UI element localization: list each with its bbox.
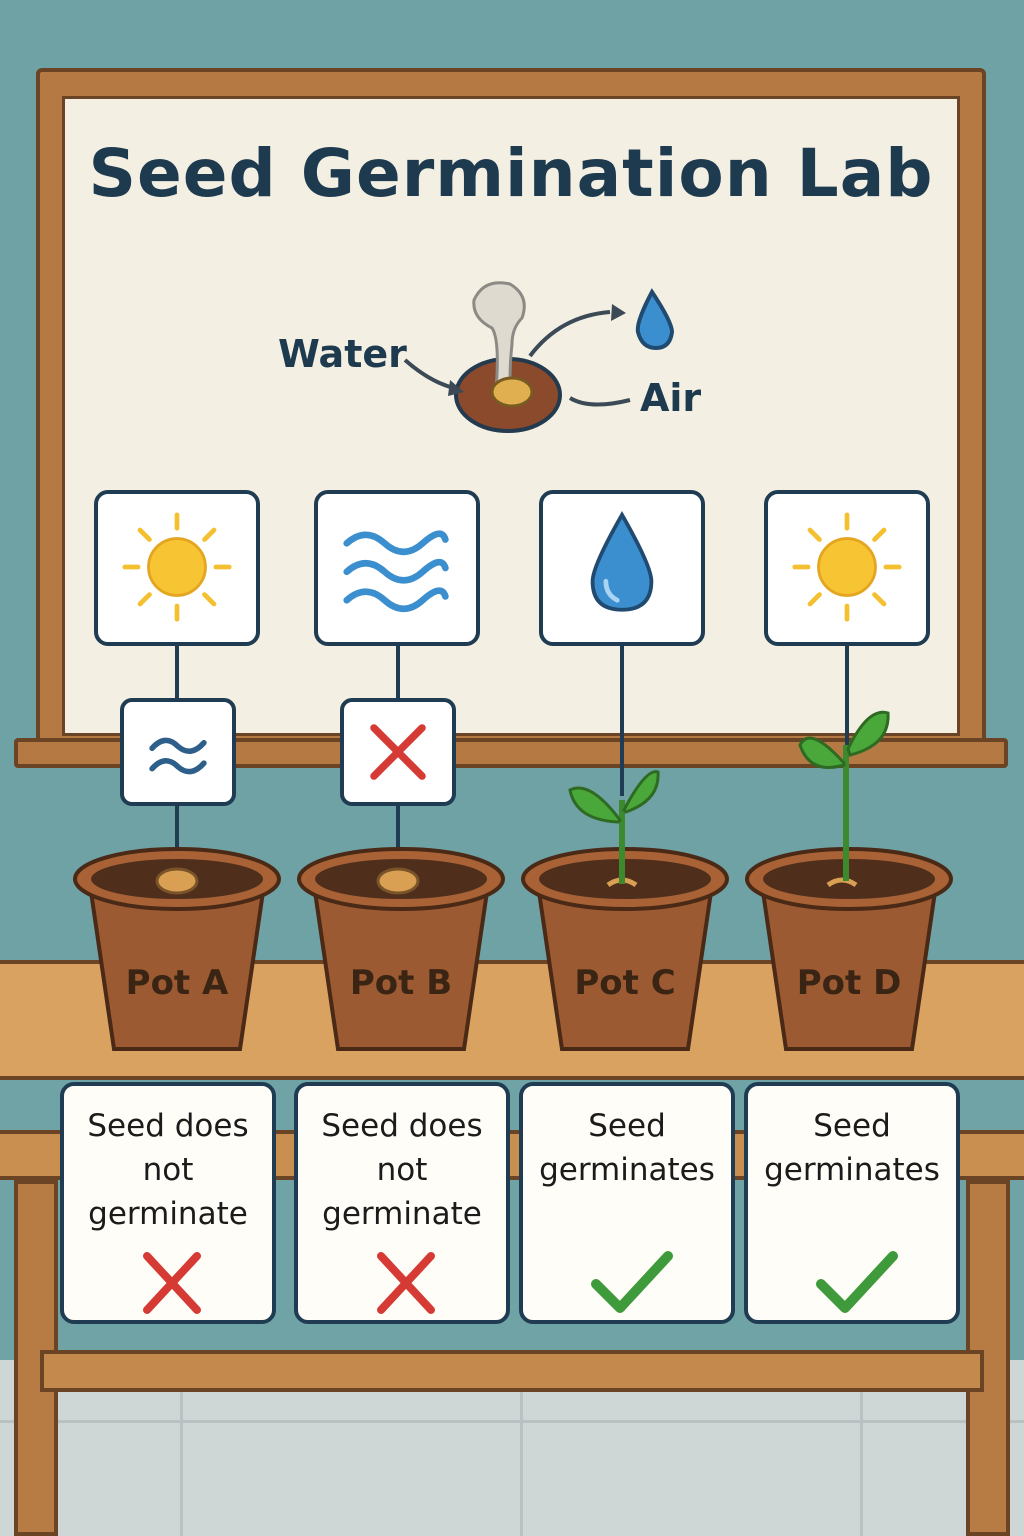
seedling-pot-c — [568, 770, 660, 884]
result-card-pot-c: Seed germinates — [519, 1082, 735, 1324]
pot-a: Pot A — [72, 845, 282, 1055]
result-card-pot-b: Seed does not germinate — [294, 1082, 510, 1324]
sign-stick — [175, 646, 179, 698]
condition-card-pot-a — [94, 490, 260, 646]
check-icon — [816, 1251, 898, 1313]
pot-b: Pot B — [296, 845, 506, 1055]
water-label: Water — [278, 332, 407, 376]
secondary-card-pot-b — [340, 698, 456, 806]
pot-label: Pot D — [796, 963, 902, 1003]
sign-stick — [175, 804, 179, 850]
result-card-pot-d: Seed germinates — [744, 1082, 960, 1324]
pot-label: Pot A — [125, 963, 229, 1003]
result-text: Seed does not germinate — [321, 1108, 483, 1232]
water-drop-icon — [590, 511, 654, 612]
cross-icon — [370, 724, 426, 780]
air-label: Air — [640, 376, 702, 420]
result-card-pot-a: Seed does not germinate — [60, 1082, 276, 1324]
condition-card-pot-d — [764, 490, 930, 646]
sun-icon — [122, 512, 232, 622]
result-text: Seed germinates — [764, 1108, 940, 1188]
cross-icon — [377, 1252, 435, 1314]
page-title: Seed Germination Lab — [88, 135, 934, 212]
sign-stick — [396, 646, 400, 698]
pot-label: Pot B — [349, 963, 453, 1003]
result-text: Seed does not germinate — [87, 1108, 249, 1232]
secondary-card-pot-a — [120, 698, 236, 806]
sun-icon — [792, 512, 902, 622]
air-waves-icon — [149, 737, 207, 775]
water-waves-icon — [343, 530, 449, 613]
condition-card-pot-c — [539, 490, 705, 646]
check-icon — [591, 1251, 673, 1313]
pot-label: Pot C — [574, 963, 676, 1003]
cross-icon — [143, 1252, 201, 1314]
table-rail — [40, 1350, 984, 1392]
seedling-pot-d — [798, 710, 890, 881]
sign-stick — [396, 804, 400, 850]
condition-card-pot-b — [314, 490, 480, 646]
result-text: Seed germinates — [539, 1108, 715, 1188]
